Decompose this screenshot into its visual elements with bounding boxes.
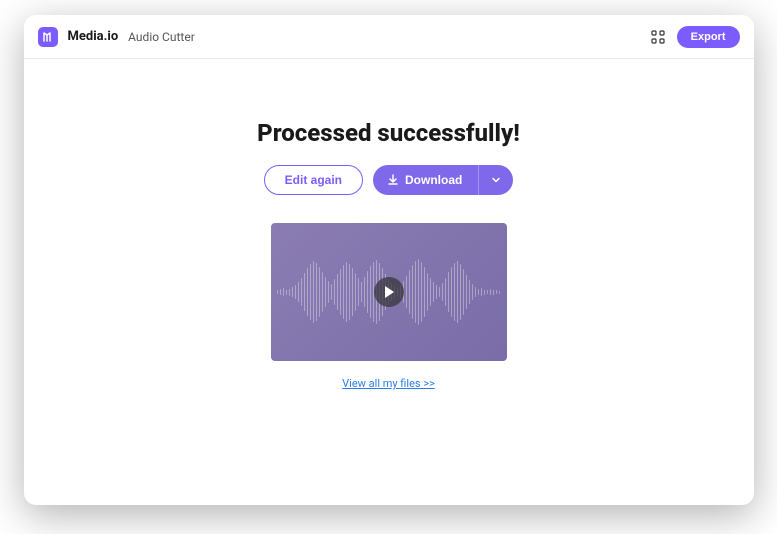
brand-name: Media.io bbox=[68, 29, 119, 44]
download-icon bbox=[387, 174, 399, 186]
action-buttons: Edit again Download bbox=[264, 165, 514, 195]
logo-icon[interactable] bbox=[38, 27, 58, 47]
main-content: Processed successfully! Edit again Downl… bbox=[24, 59, 754, 505]
page-name: Audio Cutter bbox=[128, 30, 195, 44]
view-all-files-link[interactable]: View all my files >> bbox=[342, 377, 435, 390]
chevron-down-icon bbox=[491, 175, 501, 185]
header: Media.io Audio Cutter Export bbox=[24, 15, 754, 59]
play-icon bbox=[385, 286, 394, 298]
download-button-group: Download bbox=[373, 165, 513, 195]
apps-grid-icon[interactable] bbox=[649, 28, 667, 46]
audio-preview[interactable] bbox=[271, 223, 507, 361]
header-left: Media.io Audio Cutter bbox=[38, 27, 195, 47]
download-button[interactable]: Download bbox=[373, 165, 478, 195]
play-button[interactable] bbox=[374, 277, 404, 307]
app-window: Media.io Audio Cutter Export Processed s… bbox=[24, 15, 754, 505]
download-label: Download bbox=[405, 173, 462, 187]
download-dropdown-button[interactable] bbox=[478, 165, 513, 195]
edit-again-button[interactable]: Edit again bbox=[264, 165, 363, 195]
header-right: Export bbox=[649, 26, 740, 48]
export-button[interactable]: Export bbox=[677, 26, 740, 48]
success-title: Processed successfully! bbox=[257, 119, 520, 147]
